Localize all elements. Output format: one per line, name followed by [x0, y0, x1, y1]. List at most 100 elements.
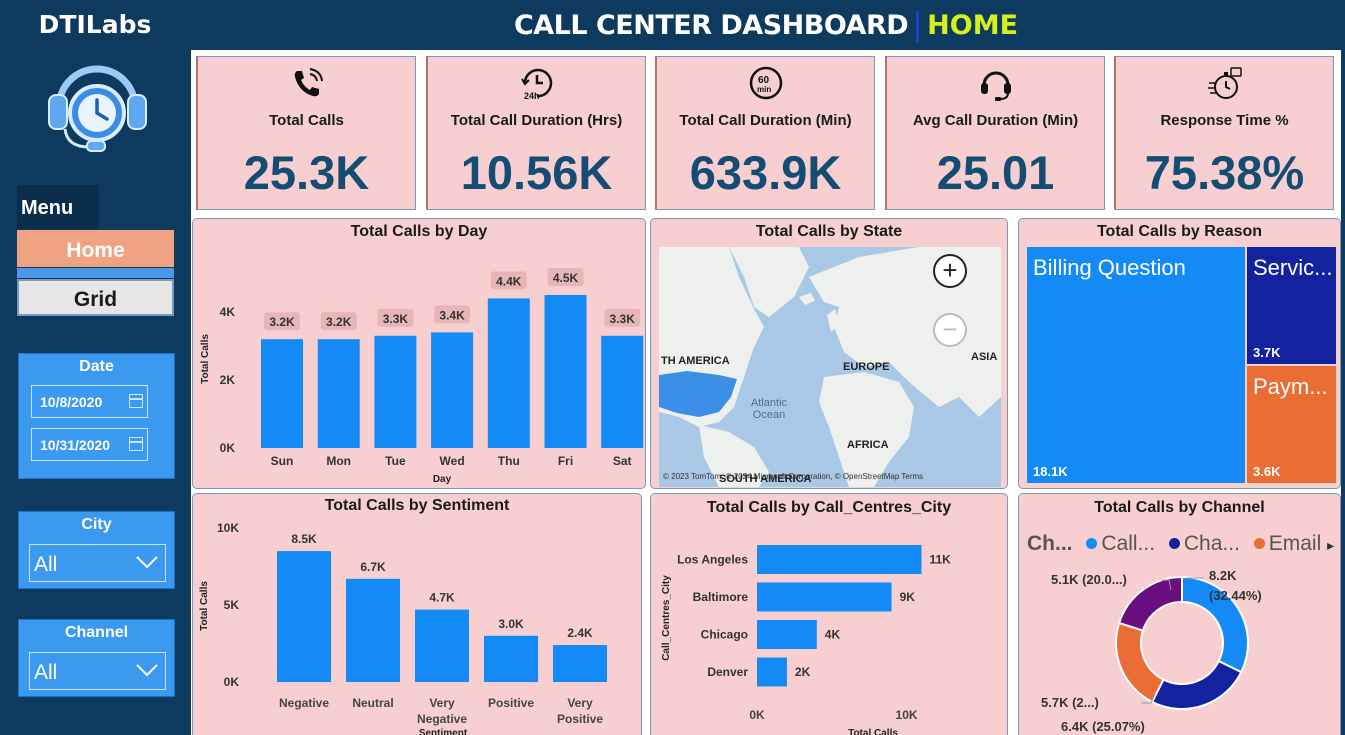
bar: [431, 332, 474, 448]
headset-icon: [980, 71, 1011, 101]
calls-by-day-chart[interactable]: Total Calls by Day Total Calls Day 0K 2K 4K 3…: [192, 218, 646, 489]
y-tick-label: 2K: [220, 373, 236, 387]
calls-by-sentiment-plot: Total Calls 0K 5K 10K 8.5K Negative 6.7K Neutra…: [199, 521, 607, 735]
nav-active-indicator: [17, 268, 174, 278]
kpi-label: Response Time %: [1160, 112, 1289, 129]
y-axis-label: Total Calls: [200, 334, 211, 384]
chevron-down-icon: [136, 556, 158, 569]
bar: [484, 635, 538, 682]
slice-label: 5.7K (2...): [1041, 695, 1099, 710]
map-attribution[interactable]: © 2023 TomTom, © 2024 Microsoft Corporat…: [663, 472, 923, 481]
chevron-down-icon: [136, 664, 158, 677]
map-canvas[interactable]: TH AMERICA EUROPE ASIA AFRICA SOUTH AMER…: [659, 247, 1001, 487]
date-to-value: 10/31/2020: [40, 437, 111, 453]
data-label: 4.4K: [496, 274, 522, 288]
phone-icon: [294, 68, 323, 97]
treemap-tile-service[interactable]: Servic... 3.7K: [1247, 247, 1336, 364]
bar: [757, 657, 787, 687]
kpi-card-duration-hrs[interactable]: 24h Total Call Duration (Hrs) 10.56K: [426, 56, 646, 210]
city-slicer: City All: [18, 511, 175, 589]
data-label: 4.5K: [553, 271, 579, 285]
nav-home-button[interactable]: Home: [17, 230, 174, 267]
kpi-value: 10.56K: [460, 146, 613, 199]
map-label-ocean: Atlantic Ocean: [750, 397, 788, 421]
bar: [757, 545, 922, 574]
treemap-tile-payment[interactable]: Paym... 3.6K: [1247, 366, 1336, 483]
x-tick-label: 10K: [896, 708, 918, 722]
calls-by-channel-chart[interactable]: Total Calls by Channel Ch... Call... Cha…: [1018, 493, 1341, 735]
nav-grid-button[interactable]: Grid: [17, 279, 174, 316]
calls-by-day-plot: Total Calls Day 0K 2K 4K 3.2K Sun 3.2K Mon 3.3K Tu…: [200, 268, 644, 485]
chart-title: Total Calls by State: [755, 223, 903, 240]
clock-24h-icon: 24h: [520, 68, 552, 101]
y-tick-label: 5K: [224, 598, 240, 612]
data-label: 4.7K: [429, 591, 455, 605]
timer-60min-icon: 60 min: [749, 66, 782, 100]
chart-title: Total Calls by Reason: [1096, 223, 1263, 240]
data-label: 3.0K: [498, 617, 524, 631]
y-tick-label: 0K: [220, 441, 236, 455]
bar: [317, 339, 360, 448]
city-dropdown[interactable]: All: [29, 544, 166, 582]
treemap-tile-name: Servic...: [1253, 255, 1333, 280]
donut-slice: [1150, 659, 1243, 710]
y-tick-label: 0K: [224, 675, 240, 689]
x-tick-label: Sun: [271, 454, 294, 468]
channel-dropdown-value: All: [34, 661, 58, 684]
kpi-label: Avg Call Duration (Min): [912, 112, 1079, 129]
x-axis-label: Sentiment: [419, 728, 468, 735]
x-tick-label: Fri: [558, 454, 573, 468]
city-slicer-title: City: [81, 516, 112, 533]
kpi-value: 25.01: [936, 146, 1055, 199]
treemap-tile-value: 3.6K: [1253, 464, 1281, 479]
x-tick-label: Negative: [417, 712, 467, 726]
date-slicer: Date 10/8/2020 10/31/2020: [18, 353, 175, 479]
data-label: 11K: [929, 553, 951, 567]
calls-by-reason-treemap[interactable]: Total Calls by Reason Billing Question 1…: [1018, 218, 1341, 489]
call-center-headset-logo-icon: [48, 65, 147, 152]
x-axis-label: Total Calls: [848, 728, 898, 735]
date-from-input[interactable]: 10/8/2020: [31, 385, 148, 418]
data-label: 2K: [795, 665, 811, 679]
bar: [487, 298, 530, 448]
data-label: 6.7K: [360, 560, 386, 574]
zoom-in-button[interactable]: +: [933, 254, 967, 288]
calls-by-city-chart[interactable]: Total Calls by Call_Centres_City Call_Ce…: [650, 493, 1008, 735]
y-tick-label: Chicago: [701, 628, 748, 642]
slice-label: (32.44%): [1209, 588, 1262, 603]
calendar-icon[interactable]: [129, 437, 143, 451]
date-to-input[interactable]: 10/31/2020: [31, 428, 148, 461]
calls-by-state-map[interactable]: Total Calls by State TH AMERICA EUROPE A…: [650, 218, 1008, 489]
bar: [757, 582, 892, 612]
x-tick-label: Sat: [613, 454, 632, 468]
sidebar: DTILabs Menu Home Grid Date 10/8/2020 10…: [0, 0, 190, 735]
zoom-out-button[interactable]: −: [933, 313, 967, 347]
kpi-value: 75.38%: [1144, 146, 1305, 199]
calls-by-sentiment-chart[interactable]: Total Calls by Sentiment Total Calls 0K 5K…: [192, 493, 642, 735]
bar: [757, 620, 817, 649]
page-name: HOME: [927, 10, 1019, 41]
treemap-tile-value: 3.7K: [1253, 345, 1281, 360]
channel-slicer-title: Channel: [64, 624, 129, 641]
data-label: 2.4K: [567, 626, 593, 640]
dashboard-title: CALL CENTER DASHBOARD: [513, 10, 909, 41]
donut-slice: [1117, 575, 1183, 632]
menu-label: Menu: [17, 185, 99, 229]
stopwatch-icon: [1207, 67, 1242, 99]
x-tick-label: Negative: [279, 696, 329, 710]
data-label: 8.5K: [291, 532, 317, 546]
kpi-card-total-calls[interactable]: Total Calls 25.3K: [196, 56, 416, 210]
calendar-icon[interactable]: [129, 394, 143, 408]
data-label: 3.2K: [269, 315, 295, 329]
kpi-card-duration-min[interactable]: 60 min Total Call Duration (Min) 633.9K: [655, 56, 875, 210]
kpi-card-response-time[interactable]: Response Time % 75.38%: [1114, 56, 1334, 210]
treemap-tile-value: 18.1K: [1033, 464, 1068, 479]
svg-text:24h: 24h: [524, 91, 540, 101]
bar: [553, 645, 607, 682]
x-tick-label: Mon: [326, 454, 351, 468]
channel-dropdown[interactable]: All: [29, 652, 166, 690]
treemap-tile-billing[interactable]: Billing Question 18.1K: [1027, 247, 1245, 483]
treemap-tile-name: Billing Question: [1033, 255, 1186, 280]
bar: [277, 551, 331, 682]
kpi-card-avg-duration[interactable]: Avg Call Duration (Min) 25.01: [885, 56, 1105, 210]
